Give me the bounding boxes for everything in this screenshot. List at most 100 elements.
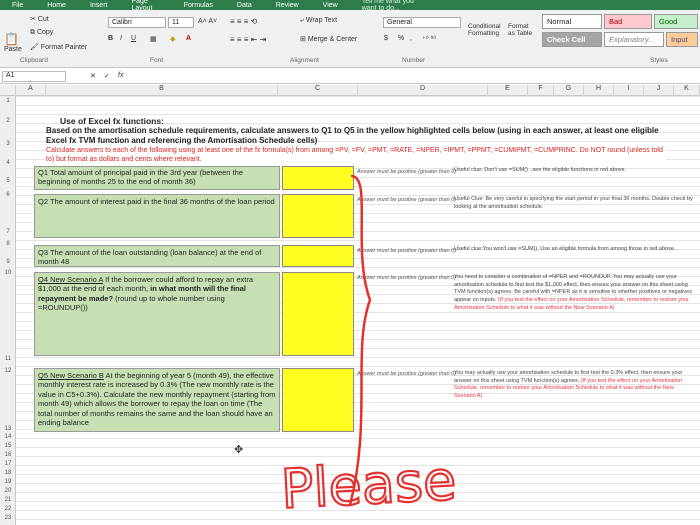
percent-button[interactable]: % [398,35,404,42]
format-painter-button[interactable]: 🖌 Format Painter [30,43,87,51]
row-header[interactable]: 20 [0,488,16,494]
style-normal[interactable]: Normal [542,14,602,29]
style-check-cell[interactable]: Check Cell [542,32,602,47]
ribbon: 📋 Paste ✂ Cut ⧉ Copy 🖌 Format Painter Cl… [0,10,700,68]
underline-button[interactable]: U [131,35,136,42]
select-all-corner[interactable] [0,85,16,96]
column-header[interactable]: E [488,85,528,96]
row-header[interactable]: 19 [0,479,16,485]
row-header[interactable]: 10 [0,270,16,276]
tab-file[interactable]: File [0,2,35,9]
styles-group-label: Styles [650,57,668,64]
cut-button[interactable]: ✂ Cut [30,15,49,23]
tab-view[interactable]: View [311,2,350,9]
q1-text: Q1 Total amount of principal paid in the… [38,168,243,187]
decimal-icon[interactable]: ⁺⁰ ⁰⁰ [422,35,436,43]
column-header[interactable]: C [278,85,358,96]
wrap-text-button[interactable]: ⤶ Wrap Text [300,17,337,25]
style-bad[interactable]: Bad [604,14,652,29]
row-header[interactable]: 11 [0,356,16,362]
row-header[interactable]: 9 [0,259,16,265]
tab-insert[interactable]: Insert [78,2,120,9]
q2-answer-cell[interactable] [282,194,354,238]
row-header[interactable]: 13 [0,426,16,432]
row-header[interactable]: 6 [0,192,16,198]
currency-button[interactable]: $ [384,35,388,42]
merge-center-label: Merge & Center [307,36,358,43]
column-header[interactable]: A [16,85,46,96]
row-header[interactable]: 22 [0,506,16,512]
q4-answer-note: Answer must be positive (greater than 0) [357,275,457,281]
cancel-icon[interactable]: ✕ [90,72,96,80]
enter-icon[interactable]: ✓ [104,72,110,80]
style-input[interactable]: Input [666,32,698,47]
name-box[interactable]: A1 [2,71,66,82]
copy-button[interactable]: ⧉ Copy [30,29,53,37]
row-header[interactable]: 12 [0,368,16,374]
merge-icon: ⊞ [300,36,306,43]
row-header[interactable]: 5 [0,178,16,184]
row-header[interactable]: 18 [0,470,16,476]
borders-icon[interactable]: ▦ [150,35,157,43]
row-header[interactable]: 23 [0,515,16,521]
row-header[interactable]: 17 [0,461,16,467]
top-align-icon[interactable]: ≡ ≡ ≡ ⟲ [230,17,257,26]
column-header[interactable]: D [358,85,488,96]
column-header[interactable]: K [674,85,700,96]
row-header[interactable]: 7 [0,229,16,235]
font-color-icon[interactable]: A [186,35,191,42]
row-headers: 1 2 3 4 5 6 7 8 9 10 11 12 13 14 15 16 1… [0,96,16,525]
q2-clue: Useful Clue: Be very careful in specifyi… [454,196,693,210]
row-header[interactable]: 8 [0,241,16,247]
font-size-select[interactable]: 11 [168,17,194,28]
style-good[interactable]: Good [654,14,698,29]
align-left-icon[interactable]: ≡ ≡ ≡ ⇤ ⇥ [230,35,266,44]
q1-answer-cell[interactable] [282,166,354,190]
merge-center-button[interactable]: ⊞ Merge & Center [300,35,357,43]
row-header[interactable]: 14 [0,434,16,440]
column-header[interactable]: B [46,85,278,96]
q5-answer-cell[interactable] [282,368,354,432]
row-header[interactable]: 16 [0,452,16,458]
q3-answer-cell[interactable] [282,245,354,267]
scissors-icon: ✂ [30,16,36,23]
format-as-table-button[interactable]: Format as Table [508,23,536,37]
paste-button[interactable]: Paste [4,46,22,53]
italic-button[interactable]: I [120,35,122,42]
style-explanatory[interactable]: Explanatory... [604,32,664,47]
column-header[interactable]: F [528,85,554,96]
row-header[interactable]: 21 [0,497,16,503]
column-header[interactable]: H [584,85,614,96]
paste-icon[interactable]: 📋 [4,32,19,46]
column-header[interactable]: G [554,85,584,96]
comma-button[interactable]: , [410,35,412,42]
tab-home[interactable]: Home [35,2,78,9]
row-header[interactable]: 1 [0,98,16,104]
q1-clue: Useful clue: Don't use =SUM() ..see the … [454,167,627,173]
fx-button[interactable]: fx [118,72,123,79]
column-header[interactable]: J [644,85,674,96]
tab-review[interactable]: Review [264,2,311,9]
clipboard-group-label: Clipboard [20,57,48,64]
instructions-text: Based on the amortisation schedule requi… [46,126,659,145]
cell-cursor-icon: ✥ [234,444,244,456]
conditional-formatting-button[interactable]: Conditional Formatting [468,23,506,37]
tab-data[interactable]: Data [225,2,264,9]
number-format-select[interactable]: General [383,17,461,28]
row-header[interactable]: 3 [0,141,16,147]
q2-answer-note: Answer must be positive (greater than 0) [357,197,457,203]
q5-heading: Q5 New Scenario B [38,371,104,380]
row-header[interactable]: 15 [0,443,16,449]
tab-formulas[interactable]: Formulas [172,2,225,9]
grow-font-icon[interactable]: A˄ A˅ [198,18,217,25]
font-name-select[interactable]: Calibri [108,17,166,28]
q3-answer-note: Answer must be positive (greater than 0) [357,248,457,254]
copy-icon: ⧉ [30,29,35,36]
column-header[interactable]: I [614,85,644,96]
bold-button[interactable]: B [108,35,113,42]
q4-answer-cell[interactable] [282,272,354,356]
wrap-text-icon: ⤶ [300,17,304,24]
row-header[interactable]: 2 [0,118,16,124]
row-header[interactable]: 4 [0,160,16,166]
fill-color-icon[interactable]: ◆ [170,35,175,43]
